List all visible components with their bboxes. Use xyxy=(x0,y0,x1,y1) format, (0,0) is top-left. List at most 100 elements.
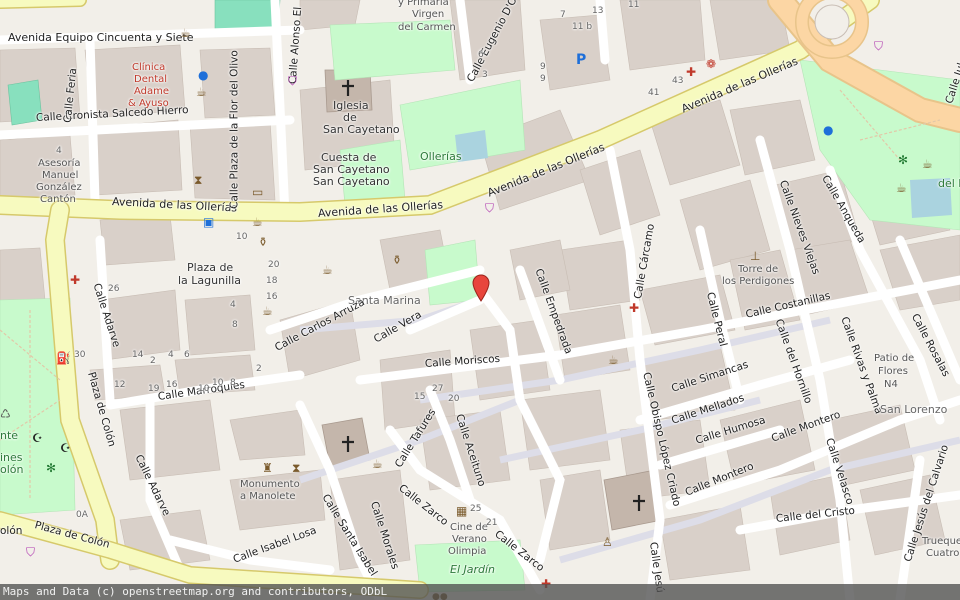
mosque-icon[interactable]: ☪ xyxy=(60,442,71,454)
pharmacy-icon[interactable]: ✚ xyxy=(629,302,639,314)
atm-icon[interactable]: ▭ xyxy=(252,186,263,198)
label-asesoria-3: González xyxy=(36,182,82,193)
recycling-icon[interactable]: ♺ xyxy=(0,408,11,420)
house-number: 21 xyxy=(486,518,498,528)
label-plaza-lagunilla-1: Plaza de xyxy=(187,261,234,274)
label-cuesta-2: San Cayetano xyxy=(313,163,390,176)
label-mente-1: nte xyxy=(0,429,19,442)
house-number: 11 b xyxy=(572,22,593,32)
bar-icon[interactable]: ☕ xyxy=(372,458,383,470)
house-number: 7 xyxy=(560,10,566,20)
shop-icon[interactable]: ⛉ xyxy=(288,75,297,87)
bar-icon[interactable]: ☕ xyxy=(608,354,619,366)
house-number: 10 xyxy=(236,232,248,242)
fuel-icon[interactable]: ⛽ xyxy=(56,352,71,364)
label-asesoria-1: Asesoría xyxy=(38,158,81,169)
bar-icon[interactable]: ☕ xyxy=(896,182,907,194)
shop-icon[interactable]: ⛉ xyxy=(485,202,494,214)
house-number: 18 xyxy=(266,276,278,286)
fountain-icon[interactable]: ● xyxy=(198,69,208,81)
label-cuesta-1: Cuesta de xyxy=(321,151,377,164)
mosque-icon[interactable]: ☪ xyxy=(32,432,43,444)
pub-icon[interactable]: ⚱ xyxy=(392,254,402,266)
house-number: 13 xyxy=(592,6,604,16)
label-clinica-3: Adame xyxy=(134,86,170,97)
house-number: 3 xyxy=(482,70,488,80)
tower-icon[interactable]: ⊥ xyxy=(750,250,760,262)
location-pin-icon[interactable] xyxy=(472,274,490,302)
bar-icon[interactable]: ☕ xyxy=(262,305,273,317)
playground-icon[interactable]: ✻ xyxy=(46,462,56,474)
house-number: 9 xyxy=(540,62,546,72)
house-number: 0A xyxy=(76,510,88,520)
label-cine-3: Olimpia xyxy=(448,546,487,557)
label-patio-2: Flores xyxy=(878,366,908,377)
house-number: 19 xyxy=(148,384,160,394)
label-carmen: del Carmen xyxy=(398,22,456,33)
dentist-icon[interactable]: ❁ xyxy=(706,58,716,70)
house-number: 20 xyxy=(448,394,460,404)
label-patio-1: Patio de xyxy=(874,353,915,364)
label-clinica-2: Dental xyxy=(134,74,168,85)
label-cine-1: Cine de xyxy=(450,522,488,533)
house-number: 8 xyxy=(230,378,236,388)
pharmacy-icon[interactable]: ✚ xyxy=(70,274,80,286)
bar-icon[interactable]: ☕ xyxy=(322,264,333,276)
label-cine-2: Verano xyxy=(452,534,487,545)
house-number: 14 xyxy=(132,350,144,360)
house-number: 10 xyxy=(198,384,210,394)
playground-icon[interactable]: ✻ xyxy=(898,154,908,166)
house-number: 16 xyxy=(166,380,178,390)
shop-icon[interactable]: ⛉ xyxy=(26,546,35,558)
label-monumento-2: a Manolete xyxy=(240,491,296,502)
house-number: 9 xyxy=(540,74,546,84)
label-patio-3: N4 xyxy=(884,379,898,390)
house-number: 2 xyxy=(256,364,262,374)
label-iglesia-3: San Cayetano xyxy=(323,123,400,136)
house-number: 10 xyxy=(212,378,224,388)
label-virgen: Virgen xyxy=(412,9,445,20)
label-iglesia-1: Iglesia xyxy=(333,99,369,112)
label-mente-3: olón xyxy=(0,463,24,476)
label-mente-2: ines xyxy=(0,451,23,464)
label-iglesia-2: de xyxy=(343,111,357,124)
monument-icon[interactable]: ♜ xyxy=(262,462,273,474)
attribution-bar: Maps and Data (c) openstreetmap.org and … xyxy=(0,584,960,600)
bus-stop-icon[interactable]: ▣ xyxy=(203,216,214,228)
fountain-icon[interactable]: ● xyxy=(823,124,833,136)
label-asesoria-2: Manuel xyxy=(42,170,79,181)
bar-icon[interactable]: ☕ xyxy=(196,86,207,98)
house-number: 41 xyxy=(648,88,660,98)
memorial-icon[interactable]: ♙ xyxy=(602,536,613,548)
map-view[interactable]: Avenida Equipo Cincuenta y Siete Calle C… xyxy=(0,0,960,600)
house-number: 4 xyxy=(56,146,62,156)
pharmacy-icon[interactable]: ✚ xyxy=(686,66,696,78)
bar-icon[interactable]: ☕ xyxy=(922,158,933,170)
house-number: 8 xyxy=(232,320,238,330)
parking-icon[interactable]: P xyxy=(576,53,586,67)
hourglass-icon[interactable]: ⧗ xyxy=(194,174,202,186)
label-torre-1: Torre de xyxy=(738,264,779,275)
label-flor-olivo: Calle Plaza de la Flor del Olivo xyxy=(228,50,241,209)
bar-icon[interactable]: ☕ xyxy=(180,27,191,39)
house-number: 15 xyxy=(414,392,426,402)
house-number: 12 xyxy=(114,380,126,390)
house-number: 16 xyxy=(266,292,278,302)
pub-icon[interactable]: ⚱ xyxy=(258,236,268,248)
house-number: 11 xyxy=(628,0,640,10)
cinema-icon[interactable]: ▦ xyxy=(456,505,467,517)
house-number: 6 xyxy=(478,50,484,60)
label-trueque-1: Trueque xyxy=(922,536,960,547)
house-number: 43 xyxy=(672,76,684,86)
house-number: 26 xyxy=(108,284,120,294)
label-primaria: y Primaria xyxy=(398,0,449,8)
house-number: 30 xyxy=(74,350,86,360)
label-clinica-4: & Ayuso xyxy=(128,98,169,109)
bar-icon[interactable]: ☕ xyxy=(252,216,263,228)
label-cuesta-3: San Cayetano xyxy=(313,175,390,188)
hourglass-icon[interactable]: ⧗ xyxy=(292,462,300,474)
house-number: 6 xyxy=(184,350,190,360)
house-number: 25 xyxy=(470,504,482,514)
shop-icon[interactable]: ⛉ xyxy=(874,40,883,52)
label-trueque-2: Cuatro xyxy=(926,548,960,559)
